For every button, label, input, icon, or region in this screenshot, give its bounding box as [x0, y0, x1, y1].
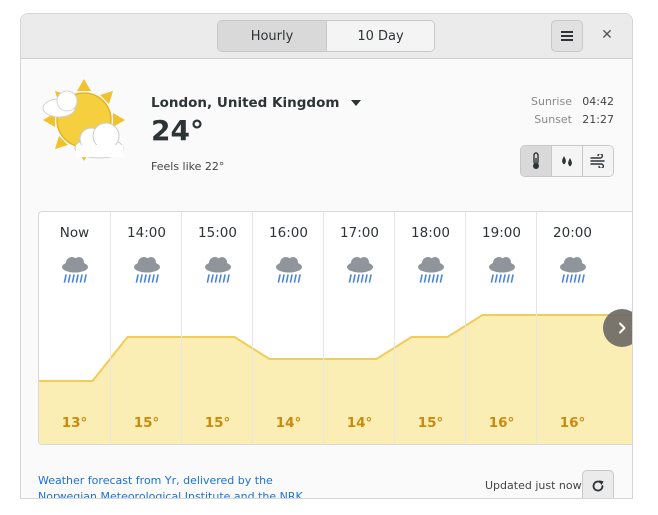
rain-icon: [133, 257, 160, 283]
sunrise-label: Sunrise: [530, 95, 572, 108]
wind-icon: [590, 154, 605, 168]
hour-time: 17:00: [340, 225, 379, 241]
hour-time: 18:00: [411, 225, 450, 241]
hour-column: 14:00 15°: [110, 212, 182, 444]
feels-like: Feels like 22°: [151, 160, 225, 173]
sunrise-row: Sunrise 04:42: [522, 95, 614, 108]
view-switcher: Hourly 10 Day: [217, 20, 435, 52]
hour-column: Now 13°: [39, 212, 110, 444]
refresh-button[interactable]: [582, 470, 614, 498]
attribution-line-2: Norwegian Meteorological Institute and t…: [38, 490, 303, 499]
sunset-time: 21:27: [582, 113, 614, 126]
hour-temperature: 13°: [61, 415, 88, 431]
hour-temperature: 15°: [133, 415, 160, 431]
tab-hourly[interactable]: Hourly: [218, 21, 326, 51]
hour-column: 15:00 15°: [181, 212, 253, 444]
temperature-mode-button[interactable]: [521, 146, 551, 176]
hour-time: 20:00: [553, 225, 592, 241]
hamburger-icon: [561, 31, 573, 41]
hour-column: 17:00 14°: [323, 212, 395, 444]
hour-column: 18:00 15°: [394, 212, 466, 444]
partly-cloudy-icon: [42, 79, 125, 161]
rain-icon: [61, 257, 88, 283]
refresh-icon: [592, 480, 604, 492]
chevron-down-icon: [351, 100, 362, 106]
hourly-forecast[interactable]: Now 13° 14:00 15° 15:00 15° 16:00 14° 17:00 14° 18…: [38, 211, 632, 445]
hour-column: 19:00 16°: [465, 212, 537, 444]
thermometer-icon: [533, 152, 539, 169]
weather-window: Hourly 10 Day ✕ London, United Kingdom 2…: [20, 13, 633, 499]
hour-temperature: 16°: [488, 415, 515, 431]
precipitation-icon: [562, 156, 572, 167]
wind-mode-button[interactable]: [582, 146, 613, 176]
chevron-right-icon: [619, 322, 626, 334]
main-menu-button[interactable]: [551, 20, 583, 52]
hour-column: 20:00 16°: [536, 212, 608, 444]
attribution-line-1: Weather forecast from Yr, delivered by t…: [38, 474, 273, 487]
hour-column: 16:00 14°: [252, 212, 324, 444]
current-temperature: 24°: [151, 114, 204, 147]
updated-status: Updated just now: [485, 479, 582, 492]
hour-temperature: 14°: [275, 415, 302, 431]
hour-time: 16:00: [269, 225, 308, 241]
rain-icon: [488, 257, 515, 283]
rain-icon: [346, 257, 373, 283]
hour-time: 15:00: [198, 225, 237, 241]
close-icon: ✕: [601, 27, 613, 43]
hour-temperature: 14°: [346, 415, 373, 431]
hour-temperature: 15°: [204, 415, 231, 431]
hour-time: 14:00: [127, 225, 166, 241]
rain-icon: [417, 257, 444, 283]
attribution-link[interactable]: Weather forecast from Yr, delivered by t…: [38, 473, 303, 499]
main-content: London, United Kingdom 24° Feels like 22…: [21, 59, 632, 498]
header-bar: Hourly 10 Day ✕: [21, 14, 632, 59]
rain-icon: [275, 257, 302, 283]
rain-icon: [204, 257, 231, 283]
hour-temperature: 15°: [417, 415, 444, 431]
precipitation-mode-button[interactable]: [551, 146, 582, 176]
sunset-label: Sunset: [534, 113, 572, 126]
scroll-next-button[interactable]: [603, 309, 632, 347]
hour-time: Now: [59, 225, 90, 241]
sunrise-time: 04:42: [582, 95, 614, 108]
location-selector[interactable]: London, United Kingdom: [151, 95, 362, 111]
tab-10-day[interactable]: 10 Day: [326, 21, 434, 51]
hour-time: 19:00: [482, 225, 521, 241]
rain-icon: [559, 257, 586, 283]
sunset-row: Sunset 21:27: [522, 113, 614, 126]
graph-mode-selector: [520, 145, 614, 177]
close-button[interactable]: ✕: [595, 23, 619, 47]
hour-temperature: 16°: [559, 415, 586, 431]
location-name: London, United Kingdom: [151, 95, 340, 111]
